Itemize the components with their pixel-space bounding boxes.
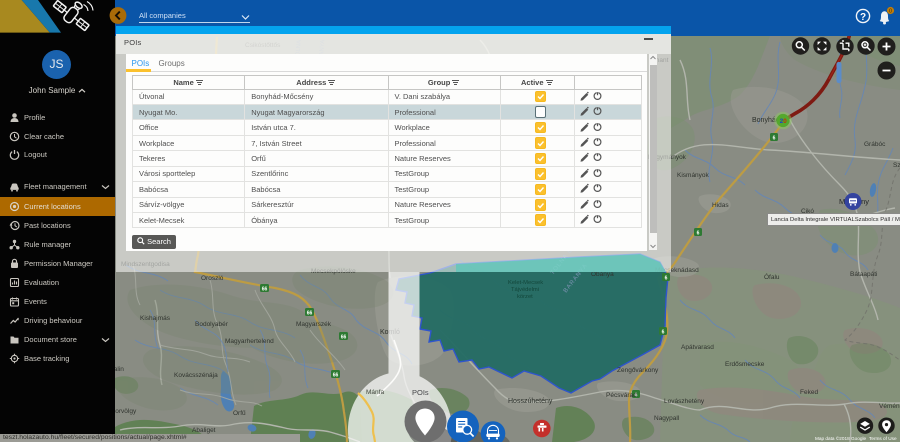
svg-text:Orfű: Orfű [233, 410, 246, 417]
svg-text:Lovászhetény: Lovászhetény [664, 398, 705, 405]
svg-text:Véménd: Véménd [879, 403, 900, 410]
svg-text:20: 20 [780, 118, 787, 125]
svg-text:Apátvarasd: Apátvarasd [681, 344, 714, 351]
svg-text:6: 6 [662, 330, 665, 336]
svg-text:Mánfa: Mánfa [366, 389, 384, 396]
svg-text:?: ? [860, 12, 866, 23]
svg-text:Kovácsszénája: Kovácsszénája [174, 372, 218, 379]
svg-text:Nagypall: Nagypall [654, 415, 680, 422]
svg-text:Kishajmás: Kishajmás [140, 315, 171, 322]
svg-text:66: 66 [262, 287, 268, 293]
svg-text:Tájvédelmi: Tájvédelmi [511, 287, 539, 293]
svg-text:Feked: Feked [800, 389, 818, 396]
svg-text:korvölgy: korvölgy [112, 408, 137, 415]
svg-text:Pécsvárad: Pécsvárad [606, 392, 637, 399]
svg-text:66: 66 [307, 311, 313, 317]
svg-text:Bodolyabér: Bodolyabér [195, 321, 229, 328]
svg-text:Magyarszék: Magyarszék [296, 321, 332, 328]
svg-text:Sz: Sz [893, 162, 900, 169]
svg-text:Magyarhertelend: Magyarhertelend [225, 338, 274, 345]
svg-text:POIs: POIs [412, 388, 429, 397]
svg-text:Kelet-Mecsek: Kelet-Mecsek [508, 280, 543, 286]
svg-text:Hidas: Hidas [712, 202, 729, 209]
svg-text:66: 66 [333, 373, 339, 379]
svg-text:Erdősmecske: Erdősmecske [725, 361, 765, 368]
svg-text:Terms of Use: Terms of Use [869, 436, 897, 441]
svg-text:6: 6 [665, 276, 668, 282]
svg-text:körzet: körzet [517, 294, 533, 300]
svg-text:Hosszúhetény: Hosszúhetény [508, 398, 553, 405]
svg-text:Bátaapáti: Bátaapáti [850, 271, 877, 278]
svg-text:0: 0 [889, 9, 892, 15]
svg-text:Map data ©2018 Google: Map data ©2018 Google [815, 435, 867, 441]
svg-text:6: 6 [697, 231, 700, 237]
svg-text:Oroszló: Oroszló [201, 275, 224, 282]
svg-text:66: 66 [341, 335, 347, 341]
svg-text:6: 6 [773, 136, 776, 142]
svg-text:Ófalu: Ófalu [764, 272, 780, 281]
svg-text:Grábóc: Grábóc [864, 141, 886, 148]
svg-text:Zengővárkony: Zengővárkony [617, 367, 659, 374]
svg-text:Kismányok: Kismányok [677, 172, 710, 179]
